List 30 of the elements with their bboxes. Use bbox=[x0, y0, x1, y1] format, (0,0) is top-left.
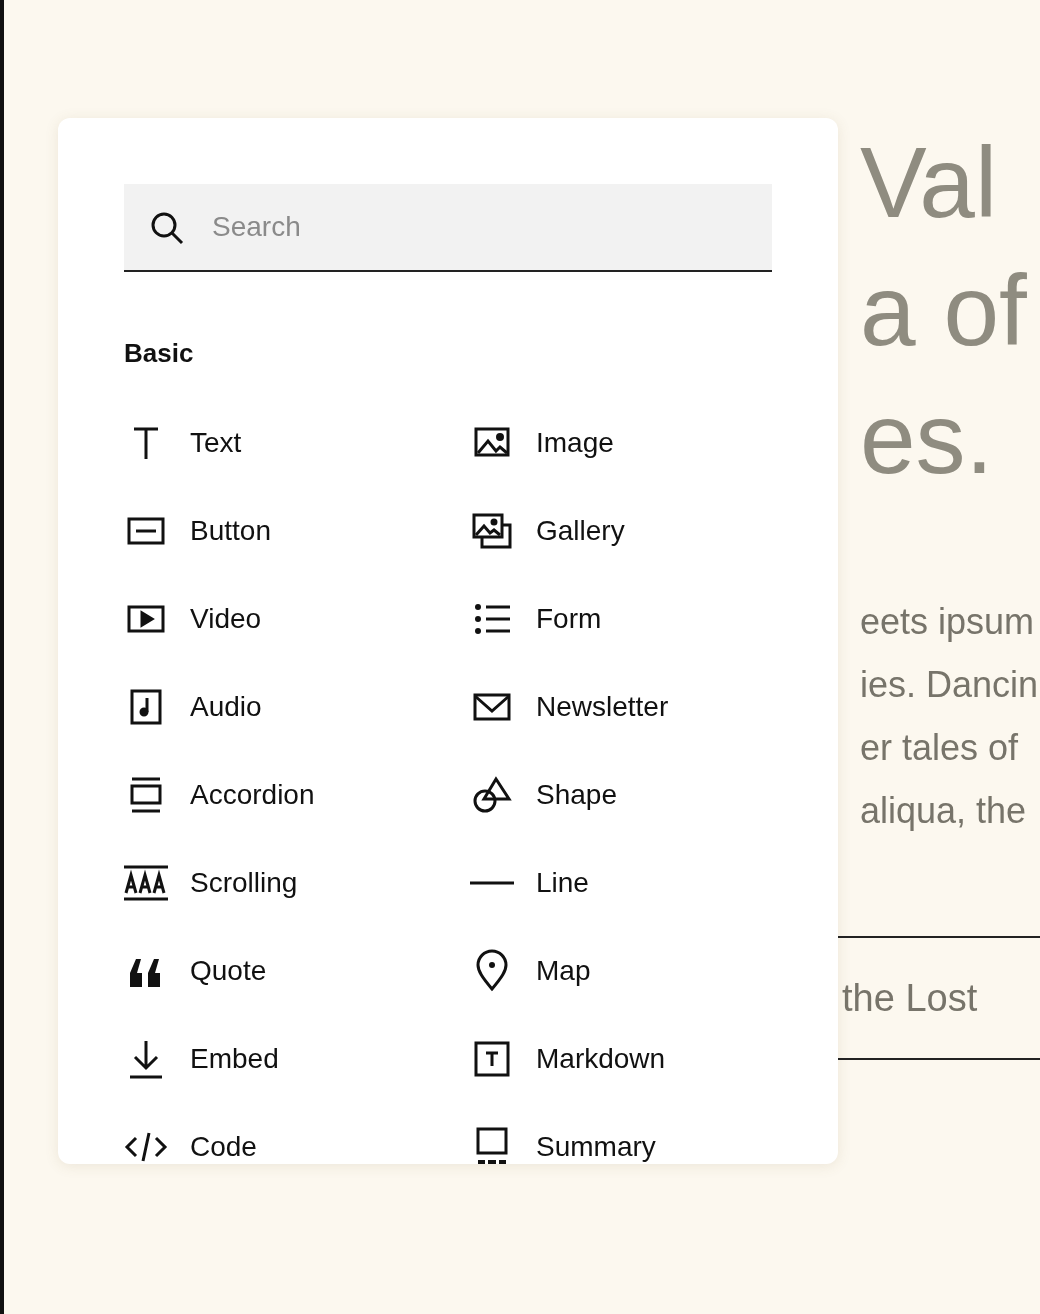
block-option[interactable]: Video bbox=[124, 575, 262, 663]
link-text[interactable]: the Lost bbox=[842, 976, 978, 1020]
block-option[interactable]: Map bbox=[470, 927, 591, 1015]
block-option[interactable]: Audio bbox=[124, 663, 262, 751]
block-option[interactable]: Code bbox=[124, 1103, 257, 1164]
search-icon bbox=[150, 211, 184, 245]
block-option[interactable]: Line bbox=[470, 839, 589, 927]
block-option[interactable]: Embed bbox=[124, 1015, 279, 1103]
search-field[interactable]: Search bbox=[124, 184, 772, 272]
block-option[interactable]: Quote bbox=[124, 927, 267, 1015]
body-text: eets ipsum bbox=[860, 600, 1036, 644]
body-text: aliqua, the bbox=[860, 789, 1028, 833]
block-option[interactable]: Text bbox=[124, 399, 242, 487]
line-icon bbox=[470, 881, 514, 885]
block-option[interactable]: Newsletter bbox=[470, 663, 669, 751]
block-option[interactable]: Image bbox=[470, 399, 614, 487]
block-option[interactable]: Shape bbox=[470, 751, 617, 839]
block-option[interactable]: Form bbox=[470, 575, 602, 663]
heading-text: Val bbox=[860, 125, 999, 240]
block-option[interactable]: Button bbox=[124, 487, 271, 575]
heading-text: es. bbox=[860, 381, 995, 496]
body-text: er tales of bbox=[860, 726, 1020, 770]
block-option[interactable]: Accordion bbox=[124, 751, 315, 839]
body-text: ies. Dancin bbox=[860, 663, 1040, 707]
section-title: Basic bbox=[124, 338, 195, 369]
heading-text: a of bbox=[860, 253, 1028, 368]
block-option[interactable]: Summary bbox=[470, 1103, 656, 1164]
block-option[interactable]: Scrolling bbox=[124, 839, 298, 927]
block-option[interactable]: Gallery bbox=[470, 487, 625, 575]
block-option[interactable]: Markdown bbox=[470, 1015, 666, 1103]
